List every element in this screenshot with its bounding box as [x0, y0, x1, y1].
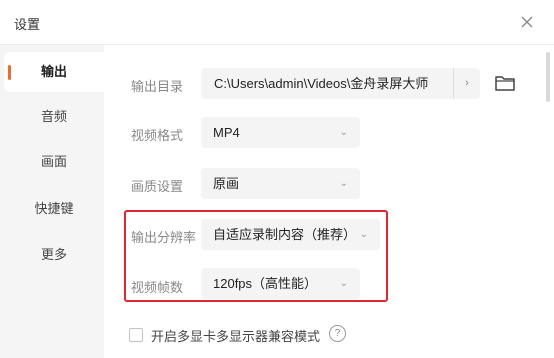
folder-icon[interactable]	[494, 73, 516, 93]
video-format-select[interactable]: MP4 ⌄	[201, 117, 360, 148]
sidebar-item-output[interactable]: 输出	[4, 52, 104, 92]
output-dir-value: C:\Users\admin\Videos\金舟录屏大师	[214, 76, 429, 91]
video-format-value: MP4	[213, 125, 240, 140]
path-expand-arrow[interactable]: ›	[453, 68, 480, 99]
active-marker	[8, 65, 11, 80]
sidebar-item-label: 画面	[40, 154, 67, 169]
quality-label: 画质设置	[131, 179, 184, 194]
sidebar-item-more[interactable]: 更多	[4, 235, 104, 275]
chevron-down-icon: ⌄	[339, 127, 348, 138]
highlight-box	[124, 210, 388, 302]
sidebar-item-label: 更多	[40, 247, 67, 262]
quality-value: 原画	[213, 176, 240, 191]
sidebar-item-audio[interactable]: 音频	[4, 97, 104, 137]
sidebar-item-picture[interactable]: 画面	[4, 142, 104, 182]
window-title: 设置	[14, 17, 41, 32]
compat-mode-checkbox[interactable]	[129, 328, 143, 342]
quality-select[interactable]: 原画 ⌄	[201, 168, 360, 199]
sidebar-item-shortcuts[interactable]: 快捷键	[4, 189, 104, 229]
sidebar-item-label: 音频	[40, 109, 67, 124]
title-bar: 设置	[0, 0, 554, 45]
scrollbar[interactable]	[546, 52, 550, 102]
video-format-label: 视频格式	[131, 128, 184, 143]
close-icon[interactable]	[517, 12, 537, 32]
help-icon[interactable]: ?	[329, 325, 346, 342]
compat-mode-label[interactable]: 开启多显卡多显示器兼容模式	[151, 326, 320, 345]
sidebar-item-label: 输出	[40, 64, 67, 79]
output-dir-label: 输出目录	[131, 79, 184, 94]
sidebar: 输出 音频 画面 快捷键 更多	[0, 45, 104, 358]
chevron-down-icon: ⌄	[339, 178, 348, 189]
sidebar-item-label: 快捷键	[34, 201, 74, 216]
output-dir-field[interactable]: C:\Users\admin\Videos\金舟录屏大师 ›	[201, 68, 480, 99]
